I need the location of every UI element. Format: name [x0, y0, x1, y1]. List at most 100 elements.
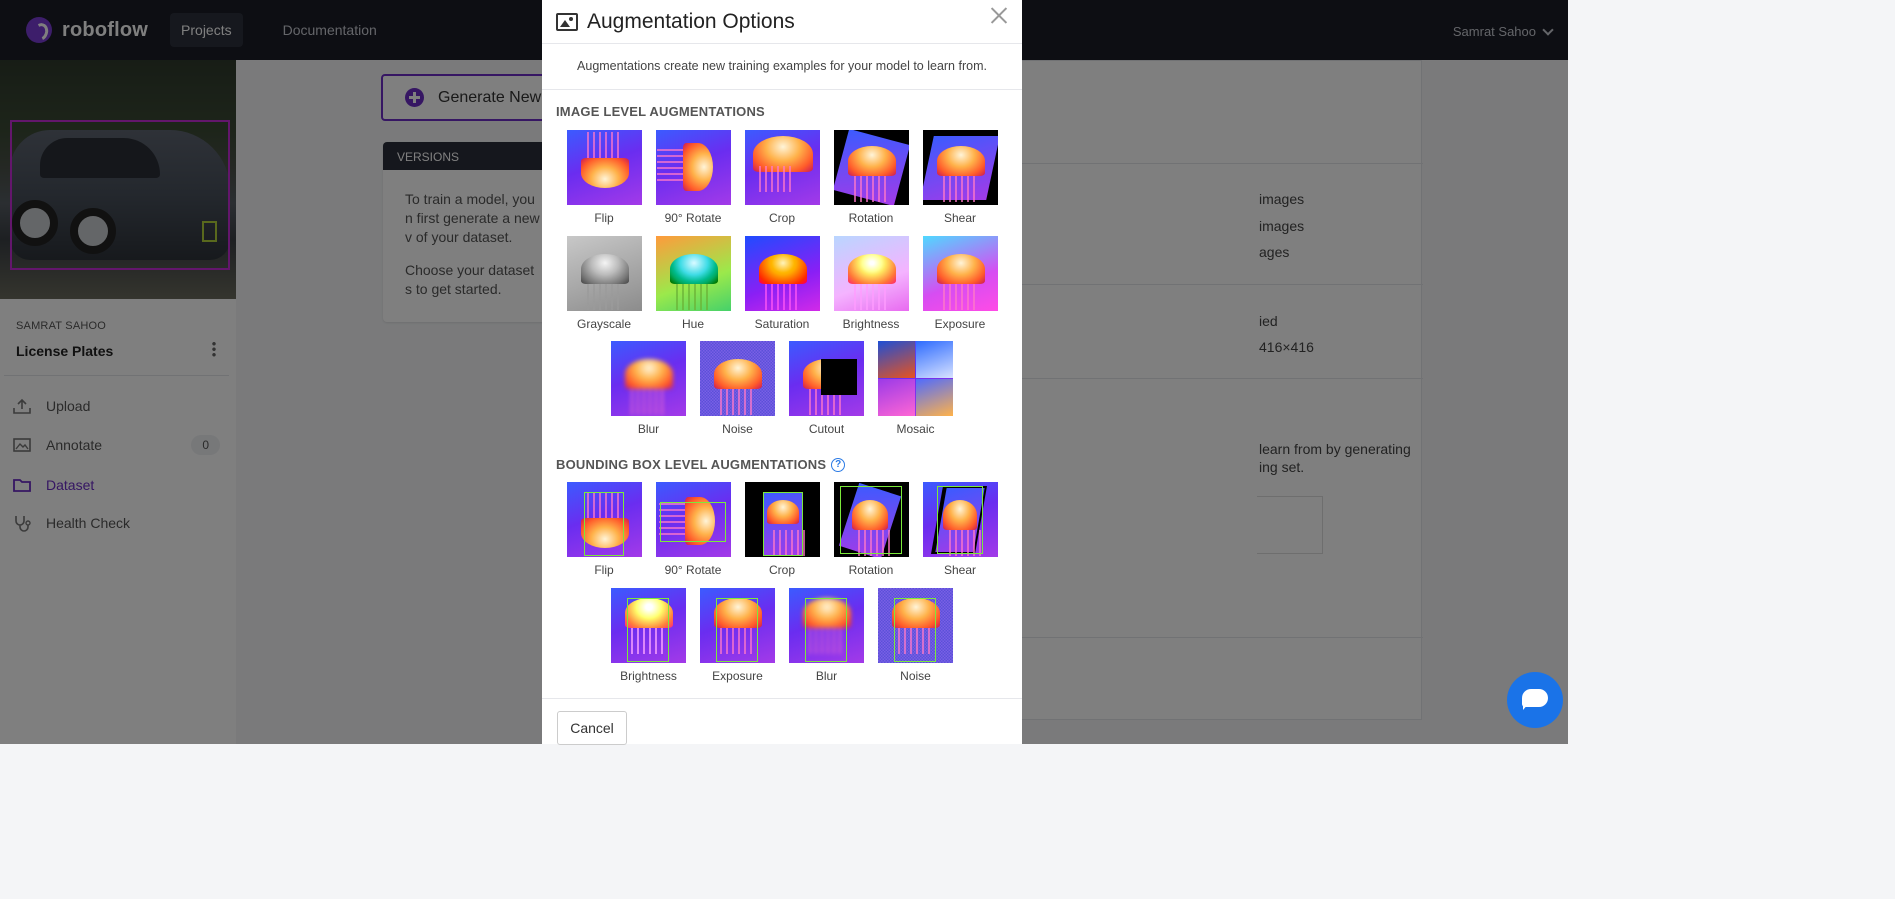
aug-thumbnail: [611, 588, 686, 663]
aug-label: Saturation: [754, 317, 810, 331]
modal-footer: Cancel: [542, 698, 1022, 745]
image-aug-row-2: Grayscale Hue Saturation Brightness Expo…: [542, 236, 1022, 331]
aug-crop[interactable]: Crop: [744, 130, 820, 225]
aug-label: Blur: [637, 422, 660, 436]
aug-90-rotate[interactable]: 90° Rotate: [655, 130, 731, 225]
aug-label: Crop: [768, 563, 795, 577]
aug-label: Mosaic: [896, 422, 935, 436]
aug-thumbnail: [878, 588, 953, 663]
aug-thumbnail: [744, 236, 820, 311]
aug-label: Flip: [594, 211, 614, 225]
aug-rotation[interactable]: Rotation: [833, 130, 909, 225]
bbox-aug-noise[interactable]: Noise: [878, 588, 953, 683]
cancel-button[interactable]: Cancel: [557, 711, 627, 745]
aug-thumbnail: [922, 236, 998, 311]
aug-thumbnail: [833, 130, 909, 205]
bbox-outline: [936, 486, 983, 554]
aug-hue[interactable]: Hue: [655, 236, 731, 331]
aug-label: Rotation: [848, 563, 894, 577]
bbox-aug-rotation[interactable]: Rotation: [833, 482, 909, 577]
aug-label: Hue: [681, 317, 704, 331]
aug-label: 90° Rotate: [664, 563, 722, 577]
section-title-text: BOUNDING BOX LEVEL AUGMENTATIONS: [556, 457, 827, 472]
aug-label: Noise: [900, 669, 931, 683]
mosaic-quadrant: [878, 341, 915, 378]
aug-exposure[interactable]: Exposure: [922, 236, 998, 331]
image-aug-row-1: Flip 90° Rotate Crop Rotation Shear: [542, 130, 1022, 225]
bbox-aug-blur[interactable]: Blur: [789, 588, 864, 683]
aug-saturation[interactable]: Saturation: [744, 236, 820, 331]
aug-label: Exposure: [712, 669, 763, 683]
cutout-block: [821, 359, 857, 395]
aug-thumbnail: [611, 341, 686, 416]
mosaic-quadrant: [916, 379, 953, 416]
augmentation-options-modal: Augmentation Options Augmentations creat…: [542, 0, 1022, 745]
aug-thumbnail: [700, 588, 775, 663]
aug-thumbnail: [655, 130, 731, 205]
help-icon[interactable]: ?: [831, 457, 846, 472]
aug-thumbnail: [744, 130, 820, 205]
aug-grayscale[interactable]: Grayscale: [566, 236, 642, 331]
aug-brightness[interactable]: Brightness: [833, 236, 909, 331]
bbox-outline: [716, 598, 758, 662]
aug-flip[interactable]: Flip: [566, 130, 642, 225]
bbox-aug-row-2: Brightness Exposure Blur Noise: [542, 588, 1022, 683]
bbox-outline: [659, 502, 726, 542]
close-icon[interactable]: [990, 6, 1008, 24]
bbox-outline: [627, 598, 669, 662]
aug-cutout[interactable]: Cutout: [789, 341, 864, 436]
aug-shear[interactable]: Shear: [922, 130, 998, 225]
mosaic-quadrant: [916, 341, 953, 378]
aug-thumbnail: [566, 130, 642, 205]
bbox-aug-row-1: Flip 90° Rotate Crop Rotation Shear: [542, 482, 1022, 577]
aug-label: Shear: [943, 563, 977, 577]
aug-thumbnail: [789, 588, 864, 663]
aug-label: Brightness: [842, 317, 900, 331]
chat-support-button[interactable]: [1507, 672, 1563, 728]
bbox-outline: [839, 486, 902, 554]
aug-thumbnail: [833, 482, 909, 557]
bbox-aug-shear[interactable]: Shear: [922, 482, 998, 577]
aug-thumbnail: [655, 482, 731, 557]
bbox-aug-90-rotate[interactable]: 90° Rotate: [655, 482, 731, 577]
image-aug-row-3: Blur Noise Cutout Mosaic: [542, 341, 1022, 436]
bbox-outline: [762, 492, 803, 556]
bbox-outline: [805, 598, 847, 662]
modal-title: Augmentation Options: [587, 9, 795, 33]
aug-label: Brightness: [620, 669, 677, 683]
modal-header: Augmentation Options: [542, 0, 1022, 44]
mosaic-quadrant: [878, 379, 915, 416]
bbox-aug-flip[interactable]: Flip: [566, 482, 642, 577]
aug-blur[interactable]: Blur: [611, 341, 686, 436]
aug-thumbnail: [922, 482, 998, 557]
bbox-aug-crop[interactable]: Crop: [744, 482, 820, 577]
aug-thumbnail: [878, 341, 953, 416]
aug-thumbnail: [655, 236, 731, 311]
aug-label: Noise: [722, 422, 753, 436]
aug-thumbnail: [700, 341, 775, 416]
bbox-aug-brightness[interactable]: Brightness: [611, 588, 686, 683]
aug-mosaic[interactable]: Mosaic: [878, 341, 953, 436]
aug-thumbnail: [922, 130, 998, 205]
modal-description: Augmentations create new training exampl…: [542, 44, 1022, 90]
aug-label: Flip: [594, 563, 614, 577]
aug-label: Grayscale: [576, 317, 632, 331]
aug-label: Rotation: [848, 211, 894, 225]
aug-thumbnail: [833, 236, 909, 311]
bbox-outline: [894, 598, 936, 662]
aug-thumbnail: [566, 482, 642, 557]
image-level-title: IMAGE LEVEL AUGMENTATIONS: [556, 104, 765, 119]
aug-label: Cutout: [808, 422, 845, 436]
aug-label: Exposure: [934, 317, 986, 331]
aug-label: Blur: [815, 669, 838, 683]
bbox-aug-exposure[interactable]: Exposure: [700, 588, 775, 683]
aug-label: Shear: [943, 211, 977, 225]
image-icon: [556, 12, 578, 31]
aug-label: Crop: [768, 211, 795, 225]
bbox-level-title: BOUNDING BOX LEVEL AUGMENTATIONS ?: [556, 457, 846, 472]
aug-noise[interactable]: Noise: [700, 341, 775, 436]
aug-thumbnail: [566, 236, 642, 311]
aug-label: 90° Rotate: [664, 211, 722, 225]
aug-thumbnail: [789, 341, 864, 416]
section-title-text: IMAGE LEVEL AUGMENTATIONS: [556, 104, 765, 119]
